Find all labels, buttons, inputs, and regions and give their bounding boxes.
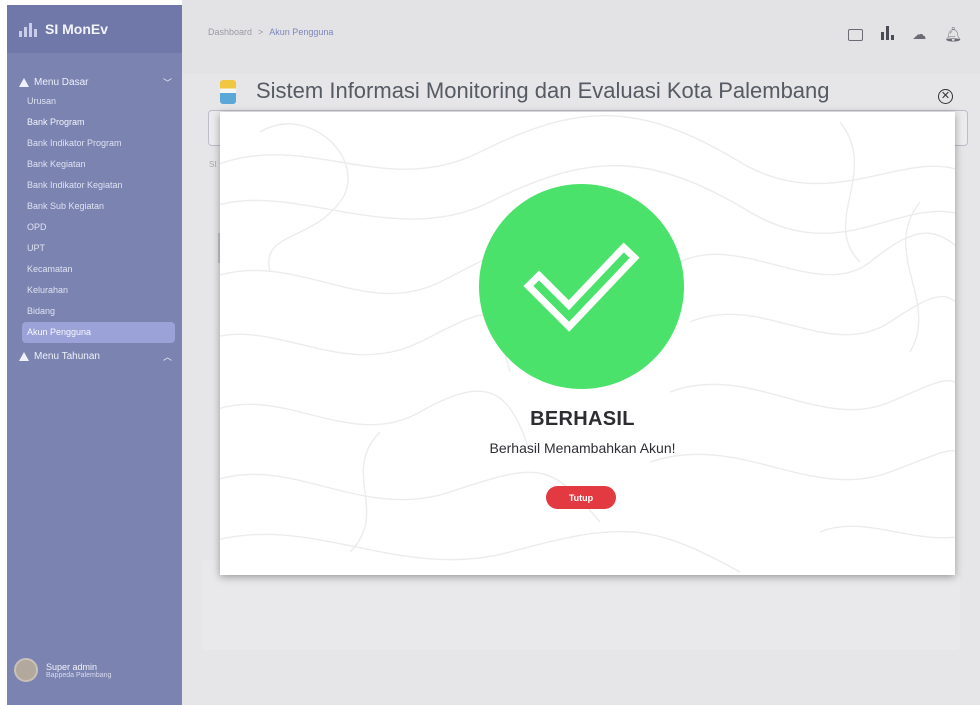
city-logo-icon	[220, 80, 236, 104]
bar-chart-icon[interactable]	[881, 26, 895, 40]
breadcrumb: Dashboard > Akun Pengguna	[208, 27, 333, 37]
breadcrumb-separator: >	[258, 27, 264, 37]
modal-title: BERHASIL	[530, 408, 635, 430]
user-profile[interactable]: Super admin Bappeda Palembang	[14, 658, 111, 682]
breadcrumb-root[interactable]: Dashboard	[208, 27, 252, 37]
chat-icon[interactable]	[848, 29, 864, 41]
user-name: Super admin	[46, 661, 98, 672]
cloud-icon[interactable]: ☁	[912, 26, 926, 43]
section-label: Menu Dasar	[34, 76, 89, 88]
close-icon[interactable]: ✕	[938, 89, 953, 104]
avatar	[14, 658, 38, 682]
triangle-icon	[19, 351, 29, 361]
section-label: Menu Tahunan	[34, 350, 100, 362]
sidebar-item-opd[interactable]: OPD	[7, 217, 182, 238]
underlay-text: SI	[209, 160, 217, 169]
sidebar-item-akun-pengguna[interactable]: Akun Pengguna	[22, 322, 175, 343]
modal-message: Berhasil Menambahkan Akun!	[489, 440, 676, 456]
sidebar-item-bidang[interactable]: Bidang	[7, 301, 182, 322]
sidebar-item-bank-indikator-program[interactable]: Bank Indikator Program	[7, 133, 182, 154]
chevron-up-icon: ︿	[162, 351, 172, 362]
topbar: Dashboard > Akun Pengguna ☁ 🔔︎	[182, 0, 980, 74]
close-button[interactable]: Tutup	[546, 486, 616, 509]
sidebar-item-bank-indikator-kegiatan[interactable]: Bank Indikator Kegiatan	[7, 175, 182, 196]
triangle-icon	[19, 77, 29, 87]
topbar-icons: ☁ 🔔︎	[848, 26, 962, 43]
sidebar-item-bank-program[interactable]: Bank Program	[7, 112, 182, 133]
sidebar-item-kelurahan[interactable]: Kelurahan	[7, 280, 182, 301]
user-org: Bappeda Palembang	[46, 671, 112, 679]
sidebar-nav: Menu Dasar ﹀ Urusan Bank Program Bank In…	[7, 73, 182, 365]
sidebar: SI MonEv Menu Dasar ﹀ Urusan Bank Progra…	[7, 5, 182, 705]
chevron-down-icon: ﹀	[162, 77, 172, 88]
success-modal: BERHASIL Berhasil Menambahkan Akun! Tutu…	[220, 112, 955, 575]
menu-list-basic: Urusan Bank Program Bank Indikator Progr…	[7, 91, 182, 343]
sidebar-item-urusan[interactable]: Urusan	[7, 91, 182, 112]
breadcrumb-current: Akun Pengguna	[269, 27, 334, 37]
sidebar-section-basic[interactable]: Menu Dasar ﹀	[7, 73, 182, 91]
sidebar-item-bank-kegiatan[interactable]: Bank Kegiatan	[7, 154, 182, 175]
success-circle	[479, 184, 684, 389]
bell-icon[interactable]: 🔔︎	[944, 26, 962, 43]
sidebar-item-upt[interactable]: UPT	[7, 238, 182, 259]
checkmark-icon	[523, 242, 640, 332]
sidebar-item-bank-sub-kegiatan[interactable]: Bank Sub Kegiatan	[7, 196, 182, 217]
bar-chart-icon	[19, 21, 37, 37]
page-title: Sistem Informasi Monitoring dan Evaluasi…	[256, 78, 830, 103]
sidebar-section-yearly[interactable]: Menu Tahunan ︿	[7, 347, 182, 365]
app-root: SI MonEv Menu Dasar ﹀ Urusan Bank Progra…	[0, 0, 980, 705]
brand-name: SI MonEv	[45, 21, 109, 37]
sidebar-item-kecamatan[interactable]: Kecamatan	[7, 259, 182, 280]
brand[interactable]: SI MonEv	[7, 5, 182, 53]
